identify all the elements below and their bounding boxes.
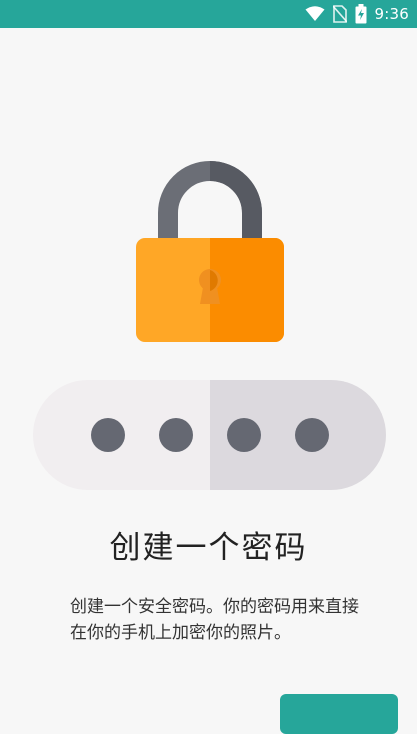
padlock-icon (136, 161, 284, 342)
page-title: 创建一个密码 (109, 530, 308, 566)
next-button[interactable] (280, 694, 398, 734)
page-description: 创建一个安全密码。你的密码用来直接在你的手机上加密你的照片。 (70, 597, 359, 643)
illustration (33, 161, 386, 490)
password-dots-icon (33, 380, 386, 490)
